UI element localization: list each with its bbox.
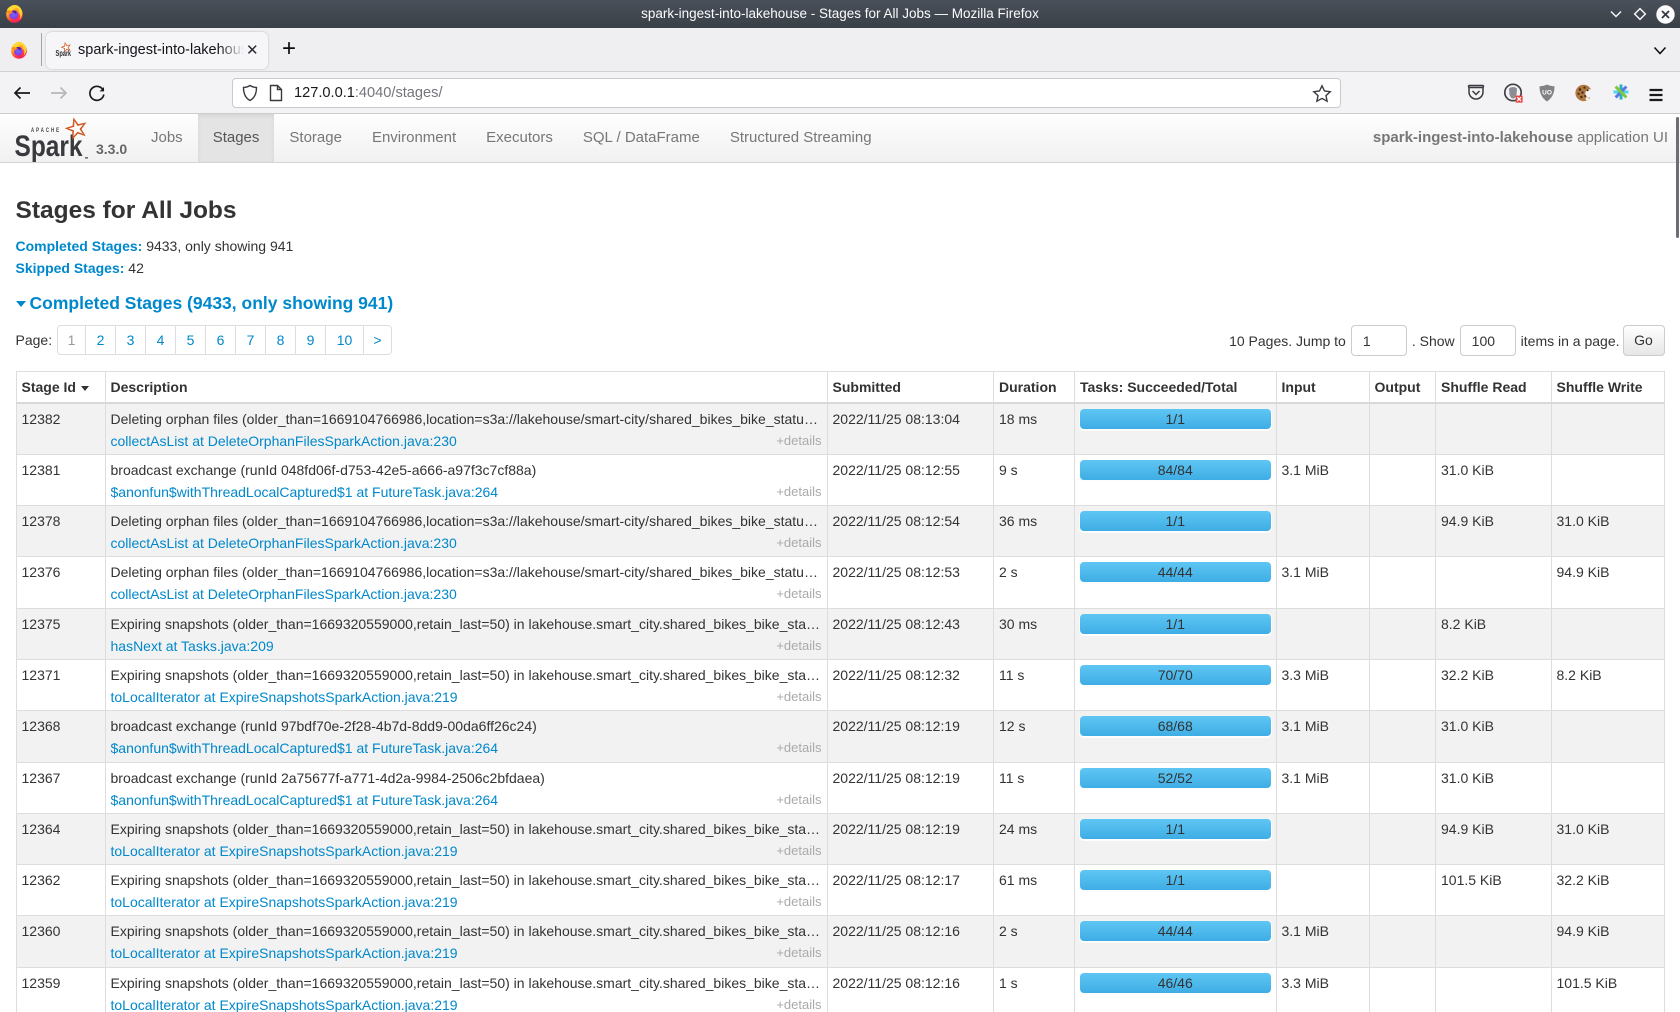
svg-text:UO: UO bbox=[1542, 90, 1552, 97]
svg-text:rk: rk bbox=[66, 48, 71, 57]
svg-text:Spa: Spa bbox=[56, 48, 67, 57]
